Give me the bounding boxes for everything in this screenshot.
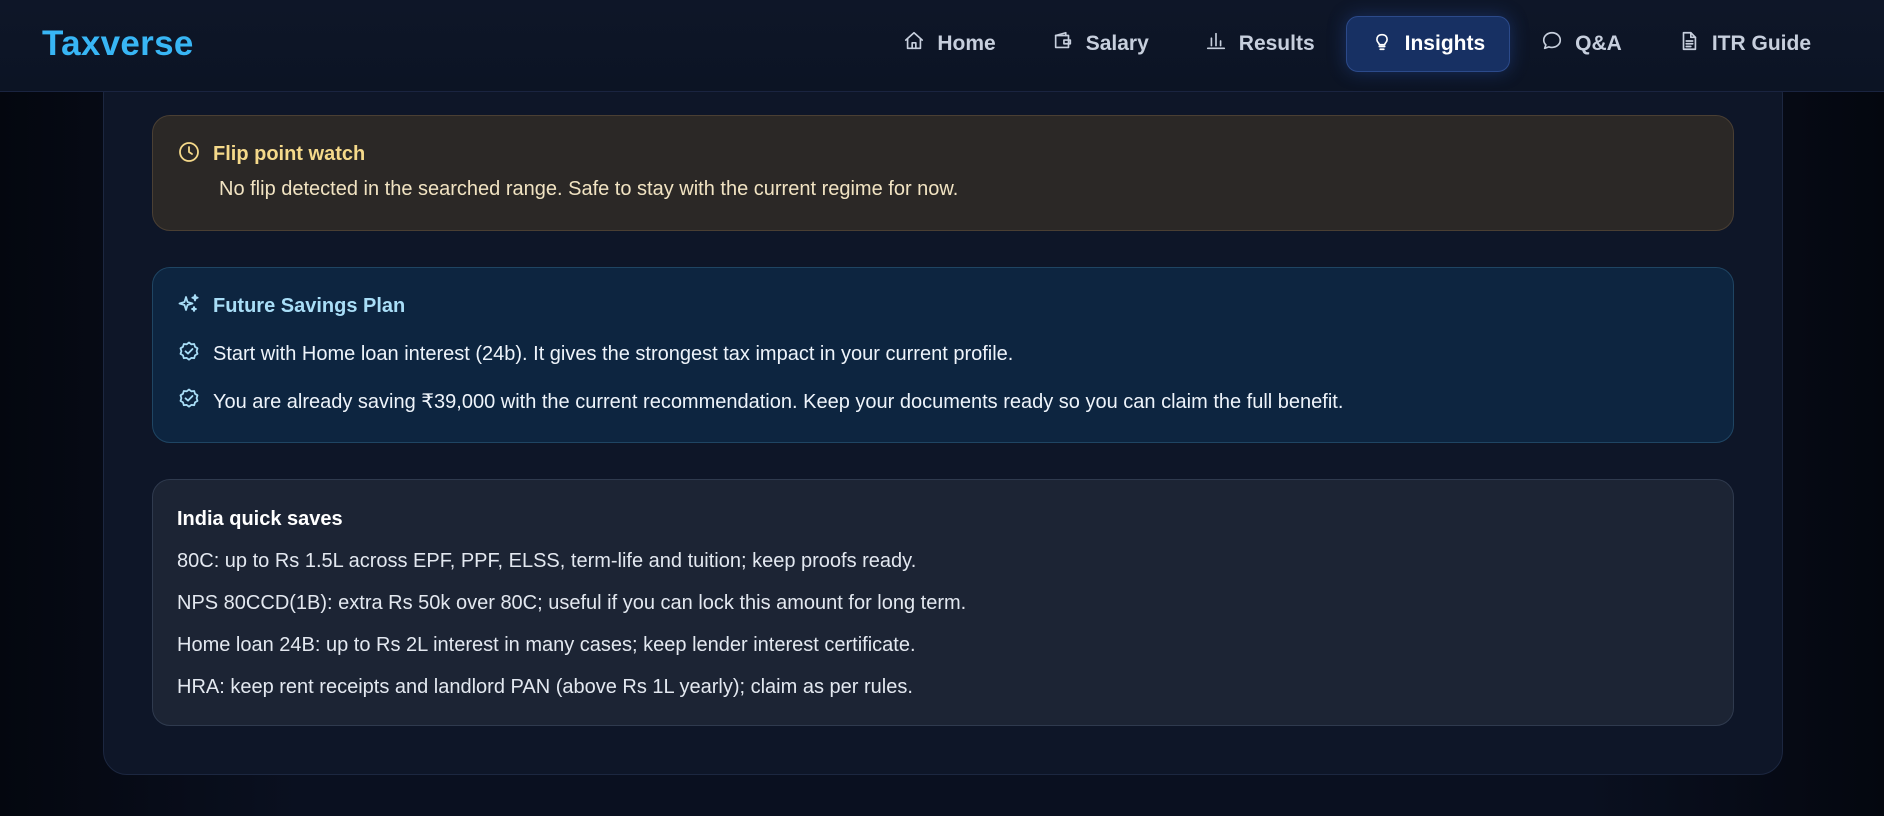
sparkles-icon — [177, 292, 201, 321]
india-quick-saves-card: India quick saves 80C: up to Rs 1.5L acr… — [152, 479, 1734, 726]
nav-itr-guide-label: ITR Guide — [1711, 32, 1811, 55]
main-nav: Home Salary Results Insights Q&A ITR Gui… — [878, 16, 1836, 72]
lightbulb-icon — [1371, 30, 1393, 58]
nav-insights-label: Insights — [1404, 32, 1486, 55]
check-badge-icon — [177, 387, 201, 416]
quick-title: India quick saves — [177, 508, 343, 530]
quick-item: NPS 80CCD(1B): extra Rs 50k over 80C; us… — [177, 592, 966, 615]
document-icon — [1678, 30, 1700, 58]
nav-results-label: Results — [1238, 32, 1315, 55]
nav-itr-guide[interactable]: ITR Guide — [1653, 16, 1836, 72]
future-item-text: You are already saving ₹39,000 with the … — [213, 391, 1344, 413]
quick-item-text: HRA: keep rent receipts and landlord PAN… — [177, 676, 913, 698]
nav-qa-label: Q&A — [1575, 32, 1622, 55]
wallet-icon — [1052, 30, 1074, 58]
check-badge-icon — [177, 340, 201, 369]
quick-item: 80C: up to Rs 1.5L across EPF, PPF, ELSS… — [177, 550, 916, 573]
bar-chart-icon — [1205, 30, 1227, 58]
top-navigation-bar: Taxverse Home Salary Results Insights Q&… — [0, 0, 1884, 92]
app-logo[interactable]: Taxverse — [42, 24, 194, 64]
nav-salary-label: Salary — [1085, 32, 1149, 55]
future-item-text: Start with Home loan interest (24b). It … — [213, 343, 1014, 365]
flip-text: No flip detected in the searched range. … — [219, 178, 959, 200]
future-item: Start with Home loan interest (24b). It … — [177, 340, 1013, 369]
clock-icon — [177, 140, 201, 169]
nav-results[interactable]: Results — [1180, 16, 1340, 72]
quick-item-text: Home loan 24B: up to Rs 2L interest in m… — [177, 634, 916, 656]
home-icon — [903, 30, 925, 58]
quick-item-text: NPS 80CCD(1B): extra Rs 50k over 80C; us… — [177, 592, 967, 614]
nav-salary[interactable]: Salary — [1027, 16, 1174, 72]
nav-insights[interactable]: Insights — [1345, 16, 1511, 72]
nav-home[interactable]: Home — [878, 16, 1020, 72]
nav-qa[interactable]: Q&A — [1516, 16, 1647, 72]
flip-body: No flip detected in the searched range. … — [219, 178, 958, 201]
chat-bubble-icon — [1541, 30, 1563, 58]
flip-header: Flip point watch — [177, 140, 365, 169]
flip-title: Flip point watch — [213, 143, 366, 165]
quick-item: Home loan 24B: up to Rs 2L interest in m… — [177, 634, 916, 657]
quick-item-text: 80C: up to Rs 1.5L across EPF, PPF, ELSS… — [177, 550, 917, 572]
quick-item: HRA: keep rent receipts and landlord PAN… — [177, 676, 913, 699]
flip-point-card: Flip point watch No flip detected in the… — [152, 115, 1734, 231]
future-header: Future Savings Plan — [177, 292, 405, 321]
nav-home-label: Home — [937, 32, 996, 55]
future-savings-card: Future Savings Plan Start with Home loan… — [152, 267, 1734, 443]
future-title: Future Savings Plan — [213, 295, 406, 317]
quick-header: India quick saves — [177, 508, 343, 531]
future-item: You are already saving ₹39,000 with the … — [177, 387, 1343, 416]
